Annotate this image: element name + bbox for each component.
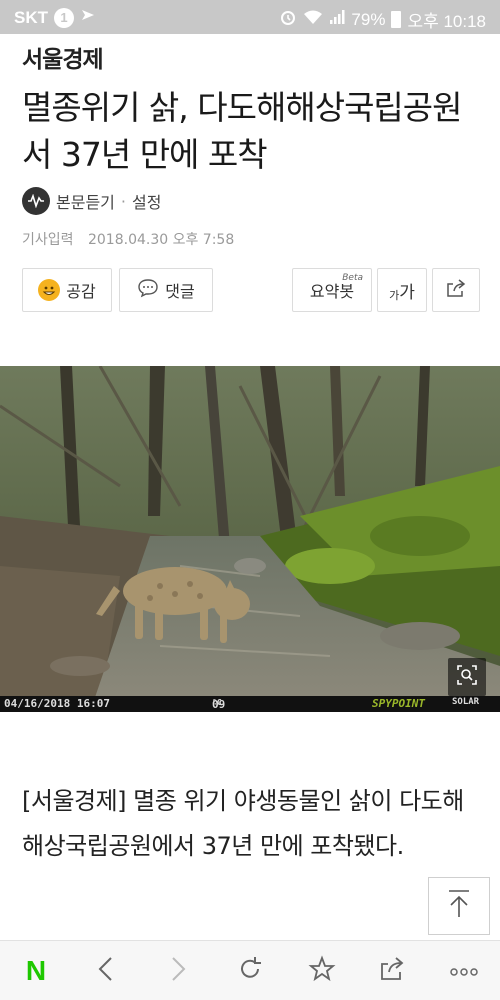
bookmark-button[interactable]	[304, 953, 340, 989]
summary-bot-button[interactable]: 요약봇 Beta	[292, 268, 372, 312]
date-value: 2018.04.30 오후 7:58	[87, 232, 235, 248]
font-size-button[interactable]: 가 가	[377, 268, 427, 312]
naver-logo-icon: N	[25, 955, 47, 986]
chevron-left-icon	[96, 956, 116, 986]
audio-wave-icon[interactable]	[22, 187, 50, 215]
alarm-icon	[279, 8, 297, 31]
share-icon	[378, 956, 406, 986]
article-date: 기사입력 2018.04.30 오후 7:58	[22, 229, 234, 249]
forest-stream-image	[0, 366, 500, 712]
browser-bottom-bar: N	[0, 940, 500, 1000]
comment-button[interactable]: 댓글	[119, 268, 213, 312]
nav-arrow-icon	[80, 7, 96, 28]
camera-solar: SOLAR	[452, 697, 480, 707]
refresh-icon	[236, 955, 264, 987]
zoom-icon	[456, 664, 478, 690]
scroll-top-button[interactable]	[428, 877, 490, 935]
battery-percent: 79%	[351, 9, 386, 29]
share-icon	[445, 278, 467, 302]
smile-icon	[38, 279, 61, 301]
press-logo[interactable]: 서울경제	[22, 40, 104, 74]
more-menu-button[interactable]	[446, 953, 482, 989]
comment-label: 댓글	[165, 282, 195, 301]
zoom-button[interactable]	[448, 658, 486, 696]
like-label: 공감	[66, 282, 96, 301]
share-page-button[interactable]	[374, 953, 410, 989]
arrow-up-icon	[446, 889, 472, 923]
listen-button[interactable]: 본문듣기	[56, 189, 115, 213]
chevron-right-icon	[168, 956, 188, 986]
separator: ·	[120, 191, 126, 211]
naver-home-button[interactable]: N	[18, 953, 54, 989]
signal-icon	[329, 9, 345, 30]
camera-info-strip: 04/16/2018 16:07 09 °C SPYPOINT SOLAR	[0, 696, 500, 712]
listen-controls: 본문듣기 · 설정	[22, 187, 161, 215]
date-label: 기사입력	[22, 232, 74, 248]
sim-badge: 1	[54, 7, 74, 28]
battery-icon	[391, 11, 402, 28]
settings-link[interactable]: 설정	[132, 189, 161, 213]
like-button[interactable]: 공감	[22, 268, 112, 312]
status-bar: SKT 1 79% 오후 10:18	[0, 0, 500, 34]
article-headline: 멸종위기 삵, 다도해해상국립공원서 37년 만에 포착	[22, 88, 463, 174]
star-icon	[308, 955, 336, 987]
article-body: [서울경제] 멸종 위기 야생동물인 삵이 다도해해상국립공원에서 37년 만에…	[22, 787, 464, 860]
more-dots-icon	[449, 962, 479, 981]
clock: 오후 10:18	[407, 12, 486, 31]
beta-badge: Beta	[342, 273, 363, 283]
camera-temp-unit: °C	[212, 698, 222, 707]
font-small-label: 가	[389, 288, 400, 302]
refresh-button[interactable]	[232, 953, 268, 989]
camera-brand: SPYPOINT	[372, 697, 425, 710]
article-photo[interactable]: 04/16/2018 16:07 09 °C SPYPOINT SOLAR	[0, 366, 500, 712]
font-large-label: 가	[399, 282, 415, 303]
share-button[interactable]	[432, 268, 480, 312]
back-button[interactable]	[88, 953, 124, 989]
carrier-label: SKT	[14, 7, 48, 27]
comment-icon	[137, 278, 159, 302]
wifi-icon	[303, 9, 323, 30]
camera-date: 04/16/2018 16:07	[4, 697, 110, 710]
forward-button[interactable]	[160, 953, 196, 989]
